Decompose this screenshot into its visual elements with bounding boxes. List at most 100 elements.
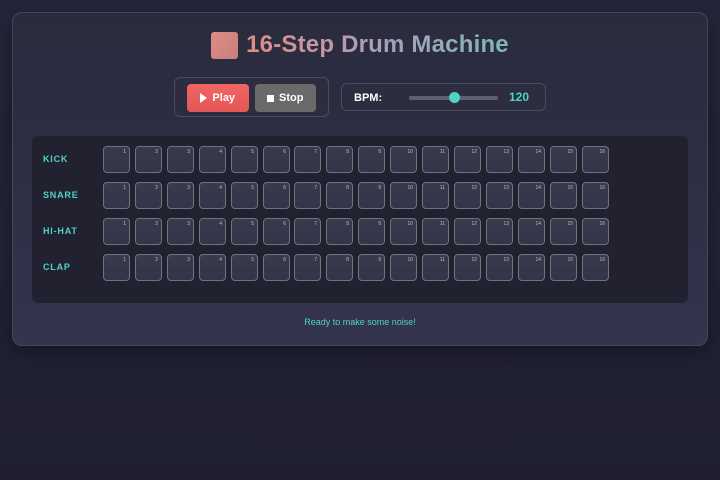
track-row: HI-HAT 1 2 3 4 5 6 7 8 9 10 11 12 13 14 15 16 [32, 218, 688, 246]
step-pad[interactable]: 3 [167, 218, 194, 245]
step-number: 2 [155, 221, 158, 227]
step-pad[interactable]: 14 [518, 218, 545, 245]
step-pad[interactable]: 14 [518, 146, 545, 173]
track-name: CLAP [43, 262, 71, 272]
stop-button[interactable]: Stop [254, 84, 316, 112]
step-pad[interactable]: 6 [263, 218, 290, 245]
step-pad[interactable]: 12 [454, 182, 481, 209]
step-pad[interactable]: 8 [326, 254, 353, 281]
page-title: 16-Step Drum Machine [246, 31, 509, 58]
step-pad[interactable]: 5 [231, 182, 258, 209]
bpm-slider-handle[interactable] [448, 92, 460, 103]
step-pad[interactable]: 16 [582, 182, 609, 209]
step-pad[interactable]: 7 [294, 146, 321, 173]
step-pad[interactable]: 16 [582, 218, 609, 245]
step-number: 13 [503, 221, 509, 227]
step-pad[interactable]: 11 [422, 182, 449, 209]
step-number: 14 [535, 221, 541, 227]
step-number: 10 [407, 221, 413, 227]
bpm-slider[interactable] [409, 92, 498, 103]
step-pad[interactable]: 12 [454, 146, 481, 173]
step-pad[interactable]: 6 [263, 254, 290, 281]
step-number: 11 [439, 221, 445, 227]
step-number: 5 [251, 221, 254, 227]
step-pad[interactable]: 5 [231, 254, 258, 281]
step-pad[interactable]: 1 [103, 218, 130, 245]
step-pad[interactable]: 8 [326, 218, 353, 245]
step-pad[interactable]: 10 [390, 218, 417, 245]
step-number: 5 [251, 257, 254, 263]
bpm-value: 120 [509, 90, 530, 104]
step-pad[interactable]: 14 [518, 182, 545, 209]
step-number: 12 [471, 185, 477, 191]
step-pad[interactable]: 6 [263, 182, 290, 209]
step-pad[interactable]: 10 [390, 146, 417, 173]
stop-icon [267, 94, 275, 102]
step-pad[interactable]: 8 [326, 146, 353, 173]
step-pad[interactable]: 13 [486, 218, 513, 245]
step-pad[interactable]: 2 [135, 146, 162, 173]
step-pad[interactable]: 4 [199, 218, 226, 245]
step-pad[interactable]: 3 [167, 146, 194, 173]
step-pad[interactable]: 11 [422, 254, 449, 281]
step-pad[interactable]: 13 [486, 182, 513, 209]
step-pad[interactable]: 7 [294, 182, 321, 209]
step-number: 7 [314, 257, 317, 263]
step-pad[interactable]: 2 [135, 218, 162, 245]
step-pad[interactable]: 1 [103, 254, 130, 281]
step-pad[interactable]: 12 [454, 254, 481, 281]
step-pad[interactable]: 13 [486, 254, 513, 281]
step-pad[interactable]: 1 [103, 182, 130, 209]
step-pad[interactable]: 16 [582, 254, 609, 281]
step-pad[interactable]: 9 [358, 182, 385, 209]
step-number: 9 [378, 185, 381, 191]
track-row: KICK 1 2 3 4 5 6 7 8 9 10 11 12 13 14 15 16 [32, 146, 688, 174]
step-number: 2 [155, 149, 158, 155]
step-pad[interactable]: 2 [135, 254, 162, 281]
bpm-label: BPM: [354, 92, 383, 104]
step-pad[interactable]: 15 [550, 182, 577, 209]
step-number: 9 [378, 257, 381, 263]
step-pad[interactable]: 12 [454, 218, 481, 245]
step-pad[interactable]: 11 [422, 146, 449, 173]
step-pad[interactable]: 15 [550, 218, 577, 245]
step-pad[interactable]: 14 [518, 254, 545, 281]
step-pad[interactable]: 9 [358, 254, 385, 281]
step-pad[interactable]: 10 [390, 182, 417, 209]
step-number: 2 [155, 185, 158, 191]
step-pad[interactable]: 16 [582, 146, 609, 173]
step-pad[interactable]: 7 [294, 254, 321, 281]
step-pad[interactable]: 8 [326, 182, 353, 209]
step-pad[interactable]: 9 [358, 218, 385, 245]
step-pad[interactable]: 4 [199, 182, 226, 209]
step-number: 3 [187, 257, 190, 263]
step-number: 6 [283, 221, 286, 227]
step-pad[interactable]: 3 [167, 182, 194, 209]
step-number: 10 [407, 257, 413, 263]
step-pad[interactable]: 15 [550, 254, 577, 281]
step-pad[interactable]: 11 [422, 218, 449, 245]
step-pad[interactable]: 4 [199, 254, 226, 281]
step-pad[interactable]: 7 [294, 218, 321, 245]
step-pad[interactable]: 4 [199, 146, 226, 173]
step-pad[interactable]: 13 [486, 146, 513, 173]
step-number: 5 [251, 149, 254, 155]
step-pad[interactable]: 6 [263, 146, 290, 173]
track-row: CLAP 1 2 3 4 5 6 7 8 9 10 11 12 13 14 15 16 [32, 254, 688, 282]
step-pad[interactable]: 10 [390, 254, 417, 281]
step-pad[interactable]: 3 [167, 254, 194, 281]
play-button-label: Play [212, 92, 236, 104]
step-pad[interactable]: 5 [231, 146, 258, 173]
step-number: 4 [219, 221, 222, 227]
step-number: 12 [471, 149, 477, 155]
step-pad[interactable]: 5 [231, 218, 258, 245]
step-pad[interactable]: 2 [135, 182, 162, 209]
step-number: 6 [283, 185, 286, 191]
step-pad[interactable]: 9 [358, 146, 385, 173]
step-pad[interactable]: 15 [550, 146, 577, 173]
step-pad[interactable]: 1 [103, 146, 130, 173]
step-number: 7 [314, 185, 317, 191]
play-button[interactable]: Play [187, 84, 249, 112]
step-number: 1 [123, 185, 126, 191]
step-number: 8 [346, 149, 349, 155]
